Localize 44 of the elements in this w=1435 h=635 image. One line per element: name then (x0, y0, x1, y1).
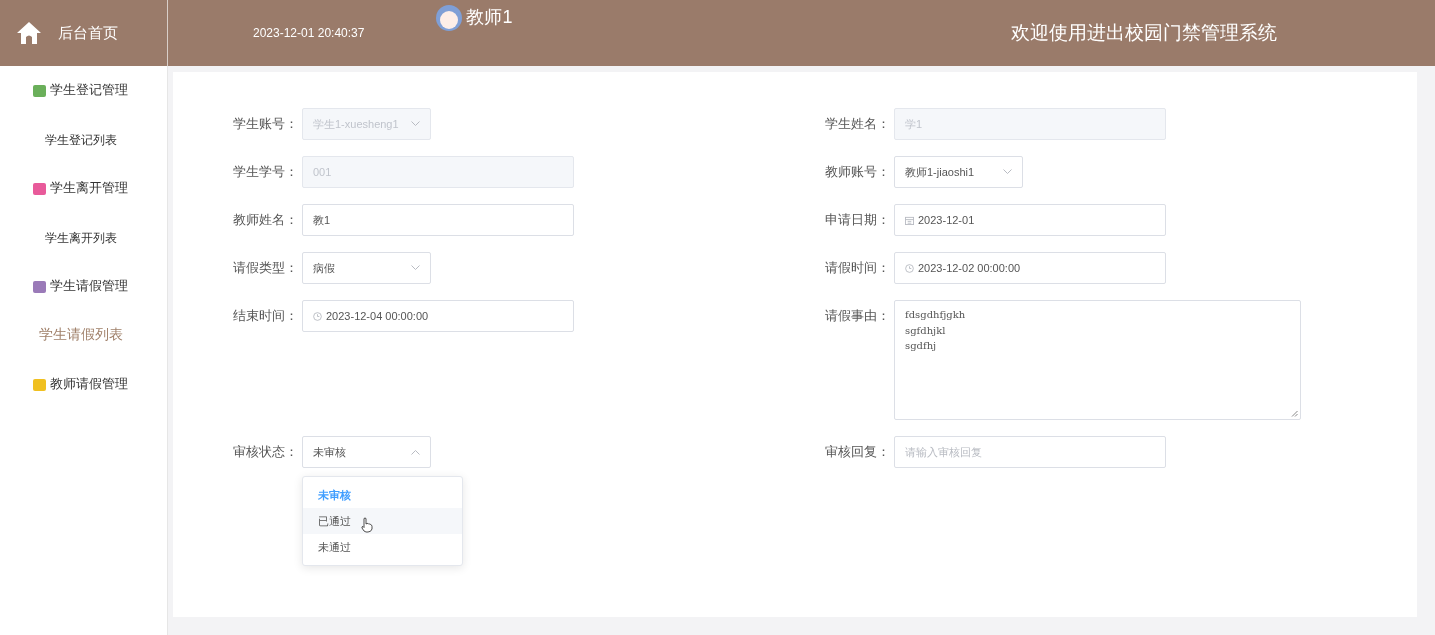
calendar-icon (905, 215, 914, 225)
dropdown-option[interactable]: 未通过 (303, 534, 462, 560)
select-field[interactable]: 病假 (302, 252, 431, 284)
header-title: 欢迎使用进出校园门禁管理系统 (1011, 20, 1277, 45)
select-field[interactable]: 教师1-jiaoshi1 (894, 156, 1023, 188)
sidebar-menu-item[interactable]: 学生请假管理 (50, 277, 128, 296)
sidebar-menu-item[interactable]: 学生离开管理 (50, 179, 128, 198)
header-datetime: 2023-12-01 20:40:37 (253, 24, 365, 42)
home-icon[interactable] (16, 20, 42, 46)
field-label: 学生姓名： (824, 116, 891, 133)
sidebar-subitem[interactable]: 学生登记列表 (44, 130, 117, 149)
field-label: 学生学号： (232, 164, 299, 181)
sidebar-subitem[interactable]: 学生离开列表 (44, 228, 117, 247)
clock-icon (313, 311, 322, 321)
field-label: 学生账号： (232, 116, 299, 133)
avatar-icon[interactable] (436, 4, 463, 31)
chevron-up-icon (411, 449, 420, 455)
chevron-down-icon (1003, 169, 1012, 175)
input-field[interactable]: 教1 (302, 204, 574, 236)
field-label: 请假类型： (232, 260, 299, 277)
field-label: 审核回复： (824, 444, 891, 461)
field-label: 请假事由： (824, 308, 891, 325)
field-label: 申请日期： (824, 212, 891, 229)
field-label: 结束时间： (232, 308, 299, 325)
sidebar-menu-item[interactable]: 学生登记管理 (50, 81, 128, 100)
field-label: 教师账号： (824, 164, 891, 181)
clock-icon (905, 263, 914, 273)
datetime-field[interactable]: 2023-12-02 00:00:00 (894, 252, 1166, 284)
sidebar-subitem[interactable]: 学生请假列表 (38, 325, 123, 346)
datetime-field[interactable]: 2023-12-04 00:00:00 (302, 300, 574, 332)
field-label: 教师姓名： (232, 212, 299, 229)
dropdown-option[interactable]: 已通过 (303, 508, 462, 534)
resize-handle-icon[interactable] (1291, 410, 1298, 417)
user-name: 教师1 (466, 6, 513, 29)
textarea-field[interactable]: fdsgdhfjgkh sgfdhjkl sgdfhj (894, 300, 1301, 420)
sidebar-menu-item[interactable]: 教师请假管理 (50, 375, 128, 394)
field-label: 请假时间： (824, 260, 891, 277)
chevron-down-icon (411, 121, 420, 127)
date-field[interactable]: 2023-12-01 (894, 204, 1166, 236)
home-link[interactable]: 后台首页 (58, 21, 118, 45)
hand-cursor-icon (361, 517, 373, 533)
select-field[interactable]: 未审核 (302, 436, 431, 468)
field-label: 审核状态： (232, 444, 299, 461)
chevron-down-icon (411, 265, 420, 271)
